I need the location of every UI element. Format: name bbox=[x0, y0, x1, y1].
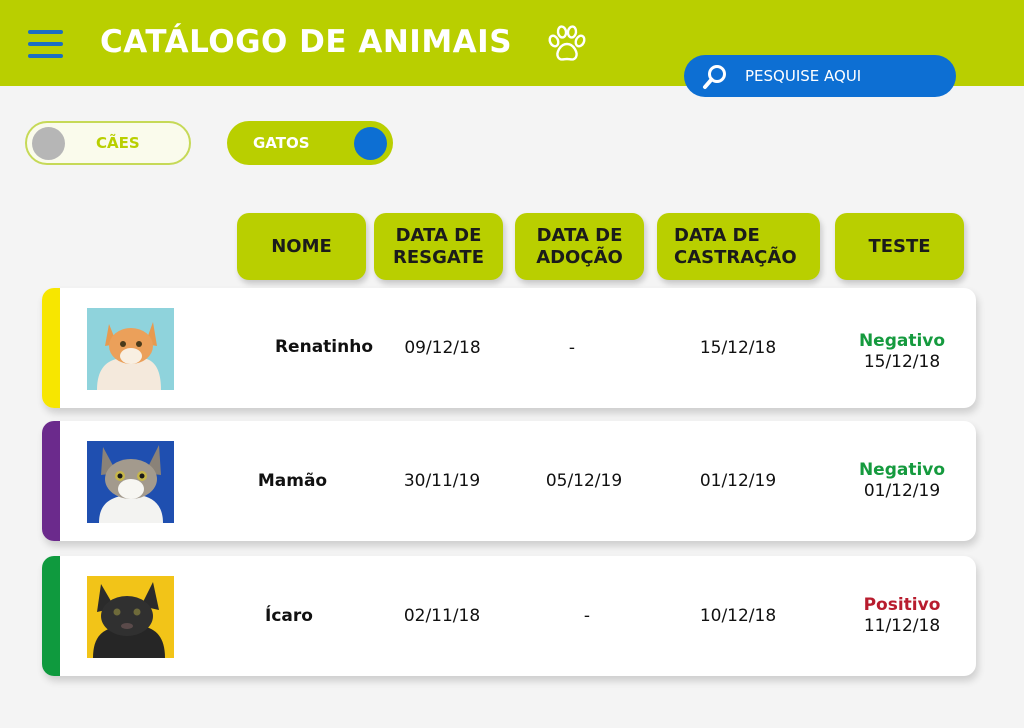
animal-name: Ícaro bbox=[265, 606, 313, 626]
cat-photo bbox=[87, 441, 174, 523]
table-row[interactable]: Mamão 30/11/19 05/12/19 01/12/19 Negativ… bbox=[42, 421, 976, 541]
castration-date: 15/12/18 bbox=[699, 338, 777, 358]
menu-icon[interactable] bbox=[28, 30, 63, 58]
column-header-name-label: NOME bbox=[271, 235, 332, 257]
table-row[interactable]: Ícaro 02/11/18 - 10/12/18 Positivo 11/12… bbox=[42, 556, 976, 676]
dogs-toggle[interactable]: CÃES bbox=[25, 121, 191, 165]
row-color-strip bbox=[42, 288, 60, 408]
row-color-strip bbox=[42, 556, 60, 676]
column-header-adoption-date[interactable]: DATA DE ADOÇÃO bbox=[515, 213, 644, 280]
column-header-label: DATA DE bbox=[674, 224, 760, 246]
test-cell: Negativo 01/12/19 bbox=[842, 460, 962, 502]
column-header-label: CASTRAÇÃO bbox=[674, 246, 797, 268]
cats-toggle-label: GATOS bbox=[253, 134, 310, 152]
column-header-rescue-date[interactable]: DATA DE RESGATE bbox=[374, 213, 503, 280]
dogs-toggle-label: CÃES bbox=[96, 134, 140, 152]
animal-name: Mamão bbox=[257, 471, 328, 491]
test-cell: Positivo 11/12/18 bbox=[842, 595, 962, 637]
column-header-label: DATA DE bbox=[536, 224, 623, 246]
column-header-name[interactable]: NOME bbox=[237, 213, 366, 280]
column-header-test-label: TESTE bbox=[868, 235, 931, 257]
search-icon bbox=[703, 65, 726, 89]
page-title: CATÁLOGO DE ANIMAIS bbox=[100, 24, 513, 60]
test-date: 11/12/18 bbox=[863, 616, 941, 636]
test-date: 15/12/18 bbox=[863, 352, 941, 372]
adoption-date: - bbox=[583, 606, 591, 626]
test-cell: Negativo 15/12/18 bbox=[842, 331, 962, 373]
test-result: Positivo bbox=[863, 595, 941, 615]
rescue-date: 30/11/19 bbox=[403, 471, 481, 491]
toggle-knob bbox=[354, 127, 387, 160]
adoption-date: 05/12/19 bbox=[545, 471, 623, 491]
test-result: Negativo bbox=[858, 460, 946, 480]
castration-date: 01/12/19 bbox=[699, 471, 777, 491]
column-header-castration-date[interactable]: DATA DE CASTRAÇÃO bbox=[657, 213, 820, 280]
castration-date: 10/12/18 bbox=[699, 606, 777, 626]
toggle-knob bbox=[32, 127, 65, 160]
cats-toggle[interactable]: GATOS bbox=[227, 121, 393, 165]
column-header-label: RESGATE bbox=[392, 246, 484, 268]
test-date: 01/12/19 bbox=[863, 481, 941, 501]
search-placeholder: PESQUISE AQUI bbox=[745, 67, 862, 85]
column-header-test[interactable]: TESTE bbox=[835, 213, 964, 280]
table-row[interactable]: Renatinho 09/12/18 - 15/12/18 Negativo 1… bbox=[42, 288, 976, 408]
paw-icon bbox=[548, 25, 586, 61]
column-header-label: DATA DE bbox=[395, 224, 482, 246]
test-result: Negativo bbox=[858, 331, 946, 351]
column-header-label: ADOÇÃO bbox=[536, 246, 623, 268]
cat-photo bbox=[87, 576, 174, 658]
cat-photo bbox=[87, 308, 174, 390]
search-input[interactable]: PESQUISE AQUI bbox=[684, 55, 956, 97]
rescue-date: 09/12/18 bbox=[404, 338, 481, 358]
animal-name: Renatinho bbox=[274, 337, 374, 357]
adoption-date: - bbox=[568, 338, 576, 358]
row-color-strip bbox=[42, 421, 60, 541]
rescue-date: 02/11/18 bbox=[403, 606, 481, 626]
